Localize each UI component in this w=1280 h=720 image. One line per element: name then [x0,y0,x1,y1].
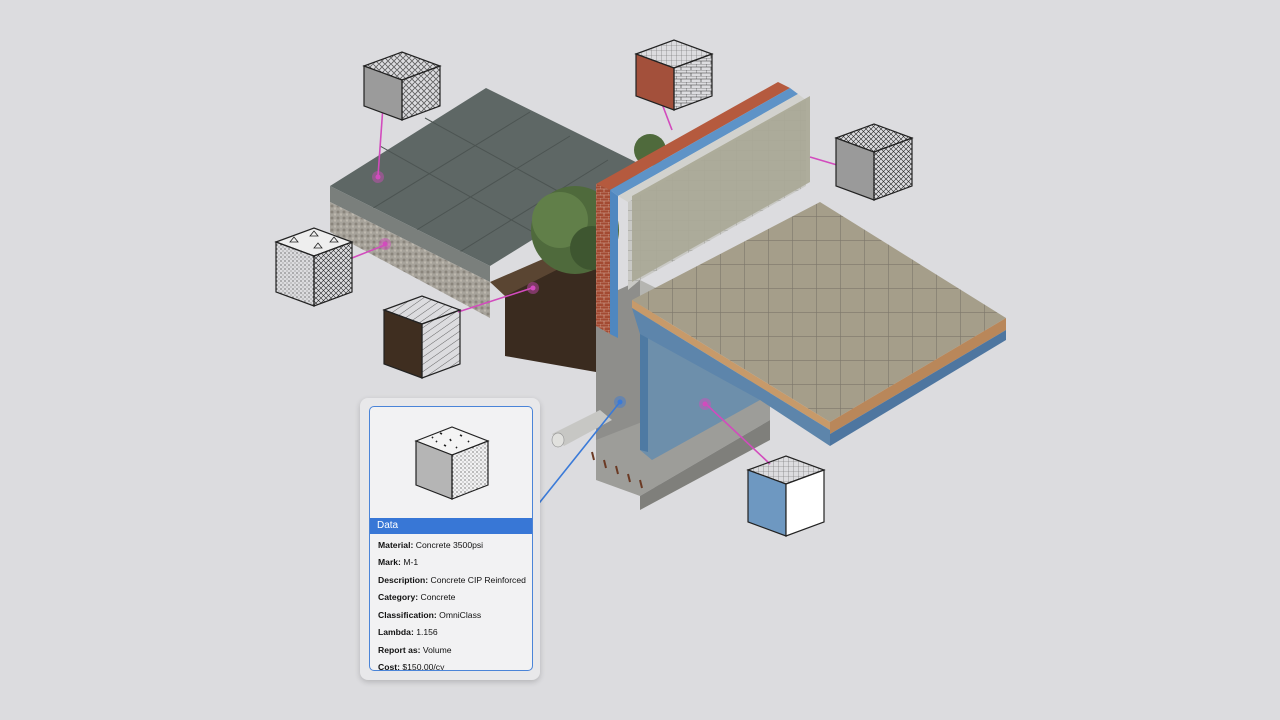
building-section-diagram [274,39,1006,537]
earth-swatch-icon[interactable] [382,295,462,379]
brick-swatch-icon[interactable] [634,39,714,111]
cost-row: Cost: $150.00/cy [378,662,445,671]
lambda-row: Lambda: 1.156 [378,627,438,637]
description-row: Description: Concrete CIP Reinforced [378,575,526,585]
gravel-swatch-icon[interactable] [274,227,354,307]
material-row: Material: Concrete 3500psi [378,540,484,550]
mark-row: Mark: M-1 [378,557,419,567]
data-header: Data [370,518,532,534]
material-data-panel[interactable]: Data Material: Concrete 3500psi Mark: M-… [360,398,540,680]
material-data-card: Data Material: Concrete 3500psi Mark: M-… [369,406,533,671]
report-as-row: Report as: Volume [378,645,452,655]
classification-row: Classification: OmniClass [378,610,482,620]
concrete-block-swatch-icon[interactable] [834,123,914,201]
concrete-swatch-icon [414,426,490,500]
category-row: Category: Concrete [378,592,456,602]
paving-stone-swatch-icon[interactable] [362,51,442,121]
waterproofing-swatch-icon[interactable] [746,455,826,537]
